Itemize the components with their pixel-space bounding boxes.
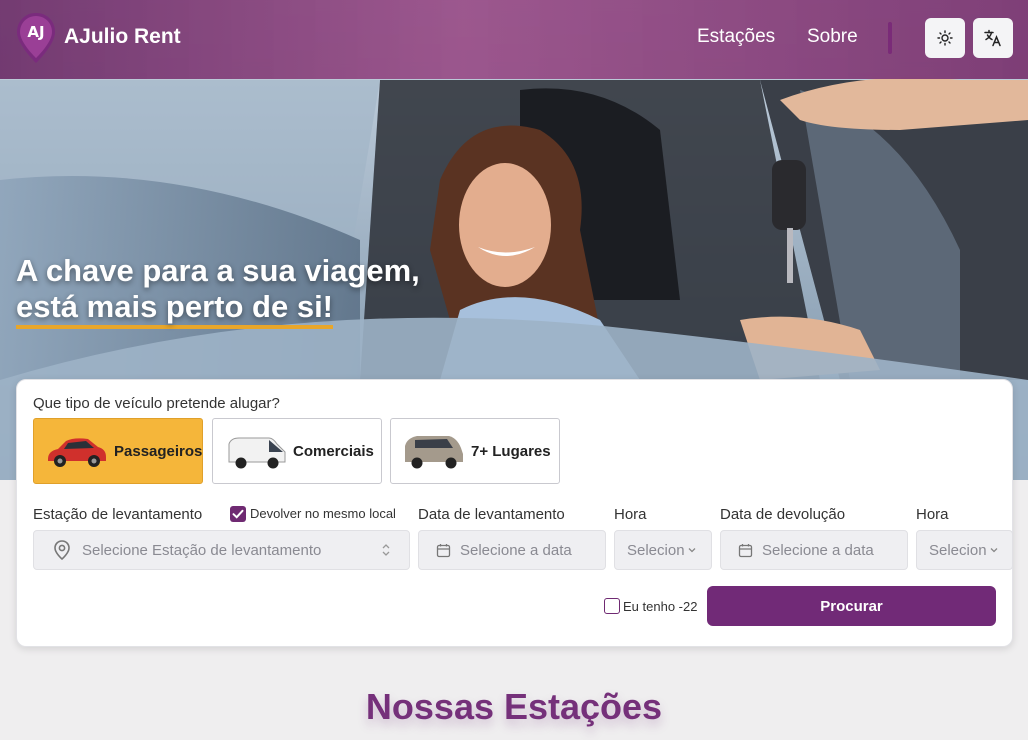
same-location-label: Devolver no mesmo local	[250, 506, 396, 521]
return-time-label: Hora	[916, 506, 949, 523]
return-time-select[interactable]: Selecion	[916, 530, 1013, 570]
svg-text:AJ: AJ	[27, 23, 44, 41]
vehicle-type-7plus-button[interactable]: 7+ Lugares	[390, 418, 560, 484]
stations-section-title: Nossas Estações	[365, 686, 663, 727]
under-22-checkbox[interactable]	[604, 598, 620, 614]
pickup-date-placeholder: Selecione a data	[460, 541, 572, 559]
hero-headline: A chave para a sua viagem, está mais per…	[16, 253, 420, 329]
pickup-date-label: Data de levantamento	[418, 506, 565, 523]
nav-divider	[888, 22, 892, 54]
language-button[interactable]	[973, 18, 1013, 58]
headline-line-2: está mais perto de si!	[16, 289, 334, 329]
chevron-down-icon	[990, 548, 998, 553]
search-button[interactable]: Procurar	[707, 586, 996, 626]
chevron-down-icon	[688, 548, 696, 553]
pickup-time-label: Hora	[614, 506, 647, 523]
vehicle-type-question: Que tipo de veículo pretende alugar?	[33, 395, 280, 412]
search-card: Que tipo de veículo pretende alugar? Pas…	[16, 379, 1013, 647]
under-22-label: Eu tenho -22	[623, 599, 698, 614]
nav-about-link[interactable]: Sobre	[807, 26, 858, 48]
top-header: AJ AJulio Rent Estações Sobre	[0, 0, 1028, 79]
vehicle-type-passengers-label: Passageiros	[114, 442, 203, 460]
return-date-input[interactable]: Selecione a data	[720, 530, 908, 570]
sun-icon	[937, 30, 953, 46]
brand-name[interactable]: AJulio Rent	[64, 25, 181, 49]
white-van-icon	[228, 437, 286, 469]
vehicle-type-commercial-button[interactable]: Comerciais	[212, 418, 382, 484]
pickup-date-input[interactable]: Selecione a data	[418, 530, 606, 570]
pickup-station-select[interactable]: Selecione Estação de levantamento	[33, 530, 410, 570]
red-car-icon	[48, 438, 106, 467]
same-location-checkbox[interactable]	[230, 506, 246, 522]
checkmark-icon	[232, 509, 244, 519]
updown-chevron-icon	[382, 544, 390, 556]
minivan-icon	[405, 436, 463, 469]
brand-logo[interactable]: AJ	[16, 12, 56, 64]
nav-stations-link[interactable]: Estações	[697, 26, 775, 48]
return-date-placeholder: Selecione a data	[762, 541, 874, 559]
translate-icon	[984, 29, 1001, 47]
calendar-icon	[738, 543, 753, 557]
vehicle-type-passengers-button[interactable]: Passageiros	[33, 418, 203, 484]
vehicle-type-commercial-label: Comerciais	[293, 442, 374, 460]
vehicle-type-7plus-label: 7+ Lugares	[471, 442, 551, 460]
location-pin-icon	[54, 540, 70, 561]
return-time-placeholder: Selecion	[929, 541, 987, 559]
theme-toggle-button[interactable]	[925, 18, 965, 58]
pickup-station-label: Estação de levantamento	[33, 506, 203, 523]
return-date-label: Data de devolução	[720, 506, 846, 523]
pickup-time-placeholder: Selecion	[627, 541, 685, 559]
pickup-time-select[interactable]: Selecion	[614, 530, 712, 570]
calendar-icon	[436, 543, 451, 557]
pickup-station-placeholder: Selecione Estação de levantamento	[82, 541, 322, 559]
headline-line-1: A chave para a sua viagem,	[16, 253, 420, 288]
